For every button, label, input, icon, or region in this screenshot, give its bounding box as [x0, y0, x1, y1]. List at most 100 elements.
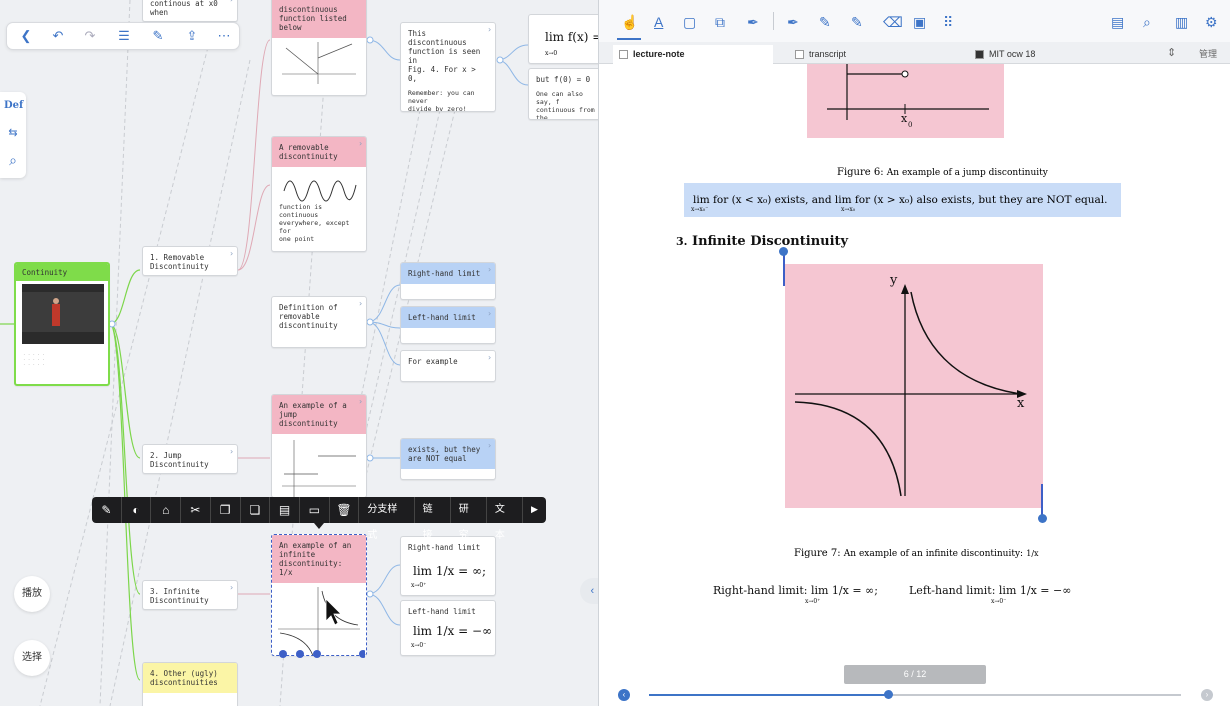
card-notes: · · · · · · · · · · · · · · · [23, 352, 45, 367]
mindmap-card-jump-branch[interactable]: 2. Jump Discontinuity › [142, 444, 238, 474]
lecture-video-thumbnail[interactable] [22, 284, 104, 344]
mindmap-card-limit-formula[interactable]: lim f(x) = x→0 [528, 14, 598, 64]
palette-icon[interactable]: ◐ [122, 497, 152, 523]
screenshot-icon[interactable]: ⧉ [715, 14, 725, 31]
mindmap-card-for-example[interactable]: For example › [400, 350, 496, 382]
mindmap-card-discontinuous-listed[interactable]: discontinuous function listed below › [271, 0, 367, 96]
select-button[interactable]: 选择 [14, 640, 50, 676]
inbox-icon[interactable]: ▭ [300, 497, 330, 523]
pen-alt-icon[interactable]: ✎ [819, 14, 831, 31]
manage-button[interactable]: 管理 [1199, 47, 1217, 60]
more-icon[interactable]: ⋯ [215, 28, 233, 44]
image-icon[interactable]: ⠿ [943, 14, 953, 31]
right-hand-limit-line: Right-hand limit: lim 1/x = ∞; [713, 584, 878, 597]
selection-handle-top[interactable] [779, 247, 788, 256]
scissors-icon[interactable]: ✂ [181, 497, 211, 523]
y-axis-label: y [890, 273, 898, 288]
clipboard-icon[interactable]: ▤ [270, 497, 300, 523]
edit-icon[interactable]: ✎ [149, 28, 167, 44]
page-indicator[interactable]: 6 / 12 [844, 665, 986, 684]
next-page-icon[interactable]: › [1201, 689, 1213, 701]
text-button[interactable]: 文本 [487, 497, 524, 541]
definition-button[interactable]: Def [4, 100, 23, 111]
edit-icon[interactable]: ✎ [92, 497, 122, 523]
mindmap-card-continuity[interactable]: Continuity · · · · · · · · · · · · · · · [14, 262, 110, 386]
mindmap-card-removable-discontinuity[interactable]: A removable discontinuity function is co… [271, 136, 367, 252]
mindmap-panel[interactable]: continous at x0 when › discontinuous fun… [0, 0, 598, 706]
back-icon[interactable]: ❮ [17, 28, 35, 44]
chevron-icon[interactable]: › [487, 309, 492, 318]
sort-icon[interactable]: ⇕ [1167, 46, 1176, 59]
copy-icon[interactable]: ❐ [211, 497, 241, 523]
chevron-icon[interactable]: › [487, 25, 492, 34]
eraser-icon[interactable]: ▣ [913, 14, 926, 31]
mindmap-card-right-hand-limit[interactable]: Right-hand limit › [400, 262, 496, 300]
right-limit-subscript: x→0⁺ [805, 598, 821, 605]
tab-lecture-note[interactable]: lecture-note [613, 45, 773, 64]
section-heading: 3. Infinite Discontinuity [676, 234, 848, 249]
tab-transcript[interactable]: transcript [789, 45, 949, 64]
chevron-icon[interactable]: › [358, 397, 363, 406]
selection-handles[interactable] [271, 648, 365, 660]
mindmap-card-exists-not-equal[interactable]: exists, but they are NOT equal › [400, 438, 496, 480]
caption-text: An example of a jump discontinuity [886, 168, 1048, 178]
chevron-icon[interactable]: › [229, 249, 234, 258]
chevron-icon[interactable]: › [487, 441, 492, 450]
tag-icon[interactable]: ⌂ [151, 497, 182, 523]
mindmap-card-seen-fig4[interactable]: This discontinuous function is seen in F… [400, 22, 496, 112]
branch-style-button[interactable]: 分支样式 [359, 497, 415, 541]
right-limit-expression: lim 1/x = ∞; [810, 584, 878, 597]
mindmap-card-other-ugly[interactable]: 4. Other (ugly) discontinuities [142, 662, 238, 706]
mindmap-card-continuous-at-x0[interactable]: continous at x0 when › [142, 0, 238, 22]
rectangle-select-icon[interactable]: ▢ [683, 14, 696, 31]
mindmap-card-example-jump[interactable]: An example of a jump discontinuity › [271, 394, 367, 498]
chevron-icon[interactable]: › [358, 0, 363, 2]
pen-icon[interactable]: ✒ [787, 14, 799, 31]
chevron-icon[interactable]: › [487, 353, 492, 362]
more-arrow-icon[interactable]: ▶ [523, 497, 546, 523]
mindmap-card-left-hand-limit[interactable]: Left-hand limit › [400, 306, 496, 344]
highlighter-icon[interactable]: ✎ [851, 14, 863, 31]
page-slider[interactable] [649, 690, 1181, 699]
highlighted-sentence[interactable]: lim for (x < x₀) exists, and lim for (x … [684, 183, 1121, 217]
chevron-icon[interactable]: › [358, 299, 363, 308]
mindmap-card-removable-branch[interactable]: 1. Removable Discontinuity › [142, 246, 238, 276]
mindmap-card-but-f0[interactable]: but f(0) = 0 One can also say, f continu… [528, 68, 598, 120]
mindmap-card-left-hand-limit-2[interactable]: Left-hand limit lim 1/x = −∞ x→0⁻ [400, 600, 496, 656]
left-limit-label: Left-hand limit: [909, 584, 996, 597]
highlighter-alt-icon[interactable]: ⌫ [883, 14, 903, 31]
list-icon[interactable]: ☰ [115, 28, 133, 44]
document-icon[interactable]: ▤ [1111, 14, 1124, 31]
caption-text: An example of an infinite discontinuity: [843, 549, 1024, 559]
chevron-icon[interactable]: › [487, 265, 492, 274]
page-slider-knob[interactable] [884, 690, 894, 699]
hand-tool-icon[interactable]: ☝ [621, 14, 638, 31]
mindmap-card-right-hand-limit-2[interactable]: Right-hand limit lim 1/x = ∞; x→0⁺ [400, 536, 496, 596]
chevron-icon[interactable]: › [229, 0, 234, 4]
selection-handle-bottom[interactable] [1038, 514, 1047, 523]
undo-icon[interactable]: ↶ [49, 28, 67, 44]
tab-mit-ocw[interactable]: MIT ocw 18 [969, 45, 1129, 64]
translate-icon[interactable]: ⇆ [4, 126, 22, 139]
mindmap-card-example-infinite[interactable]: An example of an infinite discontinuity:… [271, 534, 367, 656]
research-button[interactable]: 研究 [451, 497, 487, 541]
redo-icon[interactable]: ↷ [81, 28, 99, 44]
chevron-icon[interactable]: › [229, 583, 234, 592]
x0-label: x [901, 112, 908, 125]
settings-icon[interactable]: ⚙ [1205, 14, 1218, 31]
chevron-icon[interactable]: › [229, 447, 234, 456]
lasso-icon[interactable]: ✒ [747, 14, 759, 31]
previous-page-icon[interactable]: ‹ [618, 689, 630, 701]
trash-icon[interactable]: 🗑 [330, 497, 360, 523]
share-icon[interactable]: ⇪ [183, 28, 201, 44]
bookmark-icon[interactable]: ▥ [1175, 14, 1188, 31]
text-tool-icon[interactable]: A [654, 14, 663, 30]
search-icon[interactable]: ⌕ [1143, 14, 1151, 31]
chevron-icon[interactable]: › [358, 139, 363, 148]
mindmap-card-definition-removable[interactable]: Definition of removable discontinuity › [271, 296, 367, 348]
paste-icon[interactable]: ❏ [241, 497, 271, 523]
search-icon[interactable]: ⌕ [4, 152, 22, 169]
play-button[interactable]: 播放 [14, 576, 50, 612]
mindmap-card-infinite-branch[interactable]: 3. Infinite Discontinuity › [142, 580, 238, 610]
link-button[interactable]: 链接 [415, 497, 451, 541]
